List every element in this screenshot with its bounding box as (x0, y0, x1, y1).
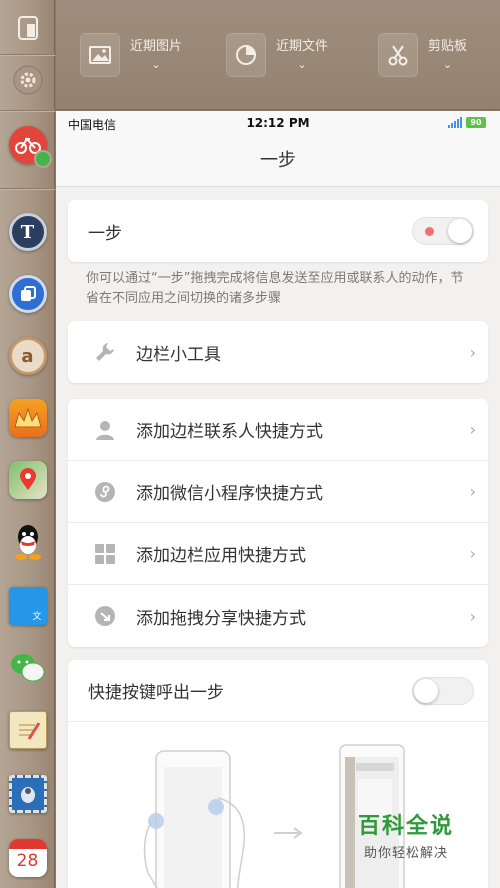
toggle-knob (414, 678, 438, 703)
clock: 12:12 PM (246, 116, 310, 130)
sidebar-app-notepad[interactable] (0, 700, 55, 760)
add-drag-share-shortcut-row[interactable]: 添加拖拽分享快捷方式 › (68, 585, 488, 647)
sidebar-settings-button[interactable] (0, 54, 55, 110)
recent-images-button[interactable]: 近期图片 ⌄ (80, 32, 182, 78)
clipboard-button[interactable]: 剪贴板 ⌄ (378, 32, 467, 78)
shortcuts-card: 添加边栏联系人快捷方式 › 添加微信小程序快捷方式 › 添加边栏应用快捷方式 ›… (68, 399, 488, 647)
top-toolbar: 近期图片 ⌄ 近期文件 ⌄ 剪贴板 ⌄ (56, 0, 500, 110)
chevron-right-icon: › (469, 544, 476, 563)
crown-app-icon (8, 399, 47, 437)
phone-screen: 中国电信 12:12 PM 90 一步 一步 你可以通过“一步”拖拽完成将信息发… (56, 111, 500, 888)
clipboard-label: 剪贴板 (428, 39, 468, 54)
grid-icon (94, 543, 116, 565)
chevron-right-icon: › (469, 420, 476, 439)
sidebar-app-qq[interactable] (0, 512, 55, 572)
signal-icon (448, 117, 462, 128)
main-toggle-card: 一步 (68, 200, 488, 262)
recent-files-label: 近期文件 (276, 39, 329, 54)
add-mini-program-shortcut-row[interactable]: 添加微信小程序快捷方式 › (68, 461, 488, 523)
baidu-map-app-icon (8, 461, 47, 499)
typeeto-app-icon: T (8, 213, 47, 251)
hotkey-toggle-row: 快捷按键呼出一步 (68, 660, 488, 722)
toggle-knob (448, 219, 472, 243)
sidebar-app-amazon[interactable]: a (0, 326, 55, 386)
add-contact-shortcut-row[interactable]: 添加边栏联系人快捷方式 › (68, 399, 488, 461)
gear-icon (12, 64, 44, 100)
mini-program-icon (94, 481, 116, 503)
sidebar: T a 文 28 (0, 0, 55, 888)
copy-app-icon (8, 275, 47, 313)
tools-card: 边栏小工具 › (68, 321, 488, 383)
mail-app-icon (8, 775, 47, 813)
hotkey-toggle-switch[interactable] (412, 676, 474, 705)
calendar-day: 28 (16, 851, 39, 871)
sidebar-app-wechat[interactable] (0, 638, 55, 698)
sidebar-app-calendar[interactable]: 28 (0, 828, 55, 888)
window-icon (17, 15, 39, 45)
wrench-icon (94, 341, 116, 363)
add-app-shortcut-row[interactable]: 添加边栏应用快捷方式 › (68, 523, 488, 585)
sidebar-app-mail[interactable] (0, 764, 55, 824)
sidebar-tools-row[interactable]: 边栏小工具 › (68, 321, 488, 383)
chevron-down-icon: ⌄ (151, 58, 161, 71)
chevron-right-icon: › (469, 482, 476, 501)
image-icon (80, 33, 120, 77)
chevron-down-icon: ⌄ (297, 58, 307, 71)
qq-app-icon (9, 523, 47, 561)
notepad-app-icon (8, 711, 47, 749)
sidebar-app-copy[interactable] (0, 264, 55, 324)
mobike-app-icon (8, 126, 52, 168)
pie-chart-icon (226, 33, 266, 77)
scissors-icon (378, 33, 418, 77)
sidebar-app-typeeto[interactable]: T (0, 202, 55, 262)
recent-files-button[interactable]: 近期文件 ⌄ (226, 32, 328, 78)
calendar-app-icon: 28 (8, 839, 47, 877)
sidebar-app-blue-book[interactable]: 文 (0, 576, 55, 636)
feature-description: 你可以通过“一步”拖拽完成将信息发送至应用或联系人的动作，节省在不同应用之间切换… (86, 271, 464, 306)
wechat-app-icon (9, 649, 47, 687)
chevron-right-icon: › (469, 342, 476, 362)
sidebar-app-crown[interactable] (0, 388, 55, 448)
chevron-right-icon: › (469, 606, 476, 626)
watermark-logo: 百科全说 助你轻松解决 (346, 808, 466, 864)
sidebar-tools-label: 边栏小工具 (136, 344, 221, 365)
watermark-subtitle: 助你轻松解决 (363, 846, 448, 861)
main-toggle-label: 一步 (88, 223, 122, 244)
status-bar: 中国电信 12:12 PM 90 (56, 111, 500, 135)
recent-images-label: 近期图片 (130, 39, 183, 54)
add-mini-program-shortcut-label: 添加微信小程序快捷方式 (136, 484, 323, 504)
add-app-shortcut-label: 添加边栏应用快捷方式 (136, 546, 306, 566)
toggle-indicator-icon (425, 227, 434, 236)
person-icon (94, 419, 116, 441)
main-toggle-switch[interactable] (412, 217, 474, 245)
main-toggle-row: 一步 (68, 200, 488, 262)
sidebar-app-baidu-map[interactable] (0, 450, 55, 510)
amazon-app-icon: a (8, 337, 47, 375)
add-drag-share-shortcut-label: 添加拖拽分享快捷方式 (136, 608, 306, 629)
blue-book-app-icon: 文 (8, 587, 47, 625)
share-arrow-icon (94, 605, 116, 627)
hotkey-toggle-label: 快捷按键呼出一步 (88, 683, 224, 703)
chevron-down-icon: ⌄ (442, 58, 453, 71)
page-title: 一步 (56, 135, 500, 187)
sidebar-app-mobike[interactable] (0, 115, 55, 175)
battery-icon: 90 (466, 117, 486, 128)
sidebar-window-button[interactable] (0, 0, 55, 60)
watermark-title: 百科全说 (357, 814, 454, 839)
add-contact-shortcut-label: 添加边栏联系人快捷方式 (136, 422, 323, 442)
